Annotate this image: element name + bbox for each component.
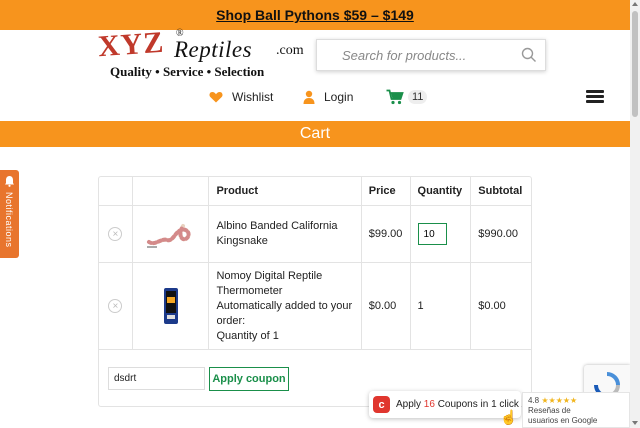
kingsnake-image (146, 224, 191, 248)
wishlist-label: Wishlist (232, 90, 274, 104)
cart-table: Product Price Quantity Subtotal × Albino… (98, 176, 532, 407)
header-product: Product (209, 177, 362, 205)
header-subtotal: Subtotal (478, 185, 523, 197)
heart-icon (209, 91, 223, 103)
page-title: Cart (299, 125, 331, 142)
cart-link[interactable]: 11 (386, 87, 428, 107)
login-link[interactable]: Login (303, 87, 353, 107)
logo-xyz-text: XYZ (96, 25, 166, 64)
scroll-down-icon[interactable] (632, 421, 638, 425)
coupon-extension-popup[interactable]: c Apply 16 Coupons in 1 click (369, 391, 521, 418)
table-row: × Nomoy Digital Reptile Thermometer Auto… (99, 263, 531, 350)
rating-stars-icon: ★★★★★ (541, 396, 578, 405)
table-row: × Albino Banded California Kingsnake $99… (99, 206, 531, 263)
product-subtotal: $0.00 (478, 300, 506, 312)
menu-icon[interactable] (586, 90, 604, 104)
product-price: $0.00 (362, 263, 411, 349)
remove-cell: × (99, 206, 133, 262)
wishlist-link[interactable]: Wishlist (209, 87, 273, 107)
popup-prefix: Apply (396, 399, 422, 410)
product-thumbnail[interactable] (133, 263, 210, 349)
product-subtotal: $990.00 (478, 228, 519, 240)
extension-logo-icon: c (373, 396, 390, 413)
bell-icon (5, 176, 14, 187)
header-remove (99, 177, 133, 205)
remove-cell: × (99, 263, 133, 349)
coupon-code-input[interactable] (108, 367, 205, 390)
product-price: $99.00 (362, 206, 411, 262)
product-thumbnail[interactable] (133, 206, 210, 262)
user-icon (303, 90, 315, 104)
product-details: Nomoy Digital Reptile Thermometer Automa… (209, 263, 362, 349)
pointer-hand-icon: ☝ (500, 409, 518, 425)
logo-tagline: Quality • Service • Selection (110, 64, 265, 79)
thermometer-image (163, 288, 178, 324)
header-price: Price (362, 177, 411, 205)
logo-dotcom: .com (276, 43, 304, 58)
remove-item-button[interactable]: × (108, 227, 123, 241)
page: Shop Ball Pythons $59 – $149 XYZ ® Repti… (0, 0, 640, 428)
google-rating: 4.8 (528, 396, 540, 405)
logo-xyz: XYZ (97, 26, 166, 65)
product-quantity: 1 (411, 263, 472, 349)
remove-item-button[interactable]: × (108, 299, 123, 313)
scroll-up-icon[interactable] (632, 2, 638, 6)
promo-link[interactable]: Shop Ball Pythons $59 – $149 (216, 7, 414, 23)
notifications-label: Notifications (4, 192, 14, 248)
google-line2: usuarios en Google (528, 416, 598, 425)
notifications-tab[interactable]: Notifications (0, 170, 19, 258)
login-label: Login (324, 90, 354, 104)
logo-reptiles: Reptiles (174, 37, 253, 62)
product-name-text: Albino Banded California Kingsnake (216, 220, 338, 247)
auto-added-quantity: Quantity of 1 (216, 329, 279, 342)
search-icon[interactable] (521, 47, 537, 63)
scrollbar-thumb[interactable] (632, 11, 638, 117)
site-logo[interactable]: XYZ ® Reptiles .com Quality • Service • … (96, 26, 311, 80)
google-reviews-badge[interactable]: 4.8 ★★★★★ Reseñas de usuarios en Google (522, 392, 630, 428)
auto-added-note: Automatically added to your order: (216, 299, 353, 327)
search-input[interactable] (317, 40, 517, 70)
apply-coupon-button[interactable]: Apply coupon (209, 367, 289, 391)
cart-title-bar: Cart (0, 121, 630, 147)
table-header: Product Price Quantity Subtotal (99, 177, 531, 206)
google-line1: Reseñas de (528, 406, 571, 415)
product-name-text[interactable]: Nomoy Digital Reptile Thermometer (216, 269, 360, 299)
quantity-cell (411, 206, 472, 262)
search-box (316, 39, 546, 71)
quantity-input[interactable] (417, 223, 447, 245)
header-thumbnail (133, 177, 210, 205)
header-quantity: Quantity (411, 177, 472, 205)
cart-icon (386, 89, 404, 105)
cart-count-badge: 11 (408, 90, 428, 104)
page-scrollbar[interactable] (630, 0, 640, 428)
product-name[interactable]: Albino Banded California Kingsnake (209, 206, 362, 262)
promo-bar: Shop Ball Pythons $59 – $149 (0, 0, 630, 30)
popup-count: 16 (423, 399, 435, 410)
